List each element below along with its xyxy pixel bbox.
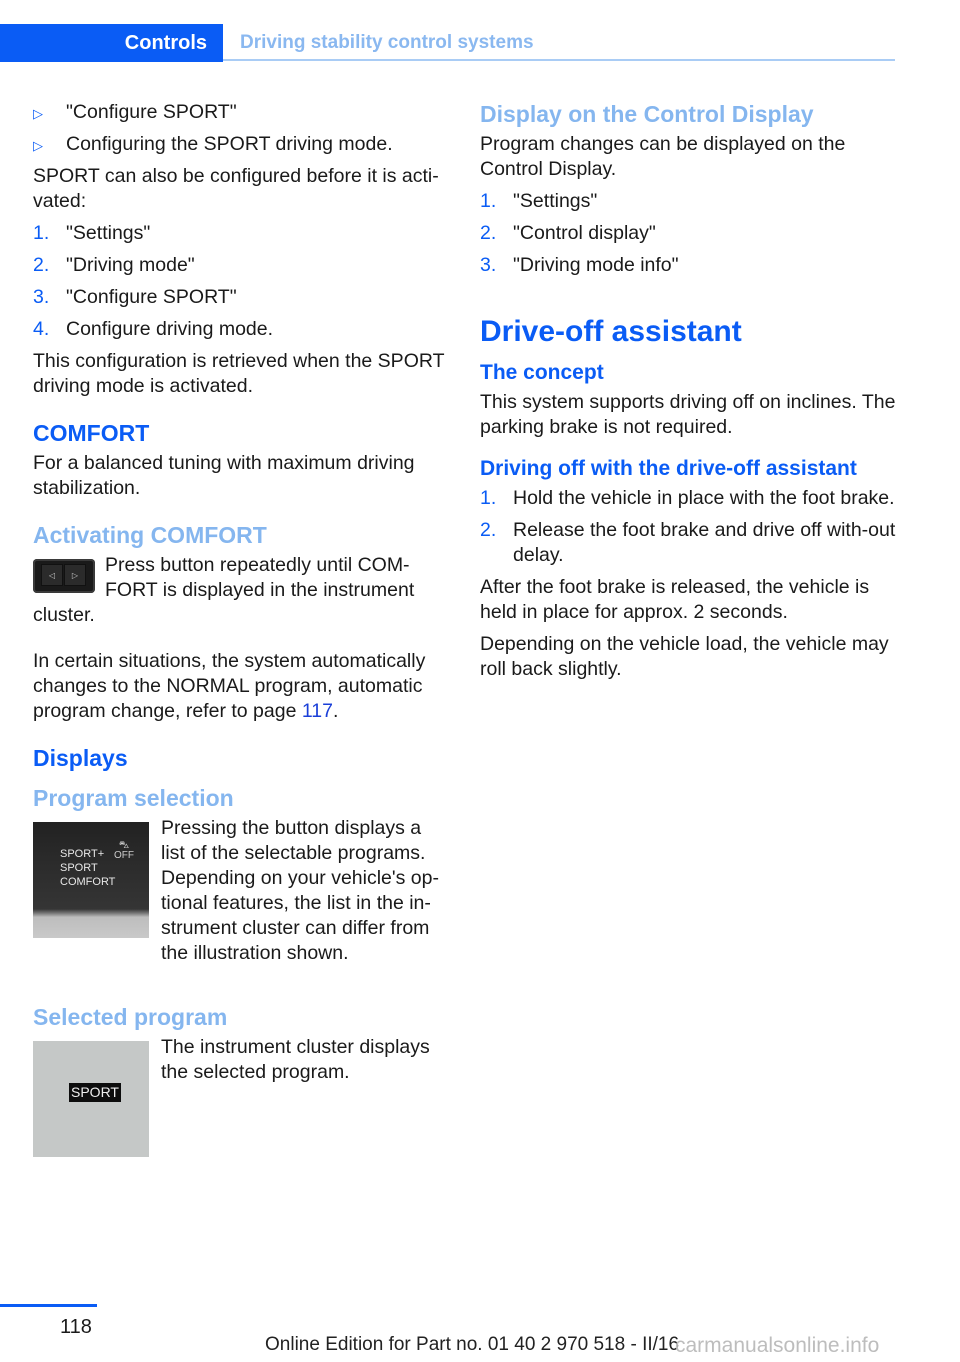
list-item: 2. "Driving mode" — [33, 254, 195, 276]
list-item: 4. Configure driving mode. — [33, 318, 274, 340]
left-arrow-icon: ◁ — [41, 564, 63, 586]
activating-block: ◁ ▷ Press button repeatedly until COM-FO… — [33, 553, 448, 635]
list-item: 3. "Configure SPORT" — [33, 286, 237, 308]
heading-program-selection: Program selection — [33, 785, 234, 811]
steps-list: 1. "Settings" 2. "Control display" 3. "Driv… — [480, 189, 900, 278]
list-item: 1. "Settings" — [480, 190, 598, 212]
section-title[interactable]: Driving stability control systems — [240, 24, 534, 62]
heading-displays: Displays — [33, 745, 128, 771]
page-link[interactable]: 117 — [302, 700, 333, 722]
heading-comfort: COMFORT — [33, 420, 150, 446]
steps-list: 1. "Settings" 2. "Driving mode" 3. "Configu… — [33, 221, 448, 342]
heading-control-display: Display on the Control Display — [480, 101, 814, 127]
list-item: 1. Hold the vehicle in place with the foo… — [480, 487, 895, 509]
list-item: 3. "Driving mode info" — [480, 254, 679, 276]
steps-list: 1. Hold the vehicle in place with the foo… — [480, 486, 900, 568]
watermark: carmanualsonline.info — [675, 1334, 880, 1357]
heading-activating-comfort: Activating COMFORT — [33, 522, 267, 548]
bullet-list: ▷ "Configure SPORT" ▷ Configuring the SPOR… — [33, 100, 448, 157]
list-item: ▷ "Configure SPORT" — [33, 100, 448, 125]
heading-drive-off-assistant: Drive-off assistant — [480, 315, 742, 348]
header-divider — [223, 59, 895, 61]
paragraph: Press button repeatedly until COM-FORT i… — [33, 554, 415, 626]
paragraph: This system supports driving off on incl… — [480, 391, 896, 438]
paragraph: Depending on the vehicle load, the vehic… — [480, 633, 889, 680]
program-selection-block: SPORT+ SPORT COMFORT ⛍ OFF Pressing the b… — [33, 816, 448, 973]
paragraph: For a balanced tuning with maximum drivi… — [33, 452, 415, 499]
driving-mode-button-icon: ◁ ▷ — [33, 559, 95, 593]
paragraph: In certain situations, the system automa… — [33, 650, 426, 722]
paragraph: Program changes can be displayed on the … — [480, 133, 846, 180]
chapter-tab[interactable]: Controls — [0, 24, 223, 62]
page-number: 118 — [60, 1316, 92, 1338]
list-item: 1. "Settings" — [33, 222, 151, 244]
edition-text: Online Edition for Part no. 01 40 2 970 … — [265, 1334, 680, 1355]
list-item: 2. "Control display" — [480, 222, 656, 244]
list-item: 2. Release the foot brake and drive off w… — [480, 519, 896, 566]
left-column: ▷ "Configure SPORT" ▷ Configuring the SPOR… — [33, 100, 448, 1161]
page-header: Controls Driving stability control syste… — [0, 24, 895, 62]
paragraph: After the foot brake is released, the ve… — [480, 576, 870, 623]
triangle-bullet-icon: ▷ — [33, 138, 43, 153]
dsc-off-icon: ⛍ OFF — [114, 840, 134, 861]
footer-divider — [0, 1304, 97, 1307]
triangle-bullet-icon: ▷ — [33, 106, 43, 121]
right-column: Display on the Control Display Program c… — [480, 100, 900, 689]
program-list-image: SPORT+ SPORT COMFORT ⛍ OFF — [33, 822, 149, 938]
paragraph: This configuration is retrieved when the… — [33, 350, 445, 397]
right-arrow-icon: ▷ — [64, 564, 86, 586]
heading-selected-program: Selected program — [33, 1004, 228, 1030]
selected-program-image: SPORT — [33, 1041, 149, 1157]
heading-driving-off: Driving off with the drive-off assistant — [480, 457, 857, 480]
list-item: ▷ Configuring the SPORT driving mode. — [33, 132, 448, 157]
heading-concept: The concept — [480, 361, 604, 384]
paragraph: SPORT can also be configured before it i… — [33, 165, 439, 212]
selected-program-block: SPORT The instrument cluster displays th… — [33, 1035, 448, 1161]
